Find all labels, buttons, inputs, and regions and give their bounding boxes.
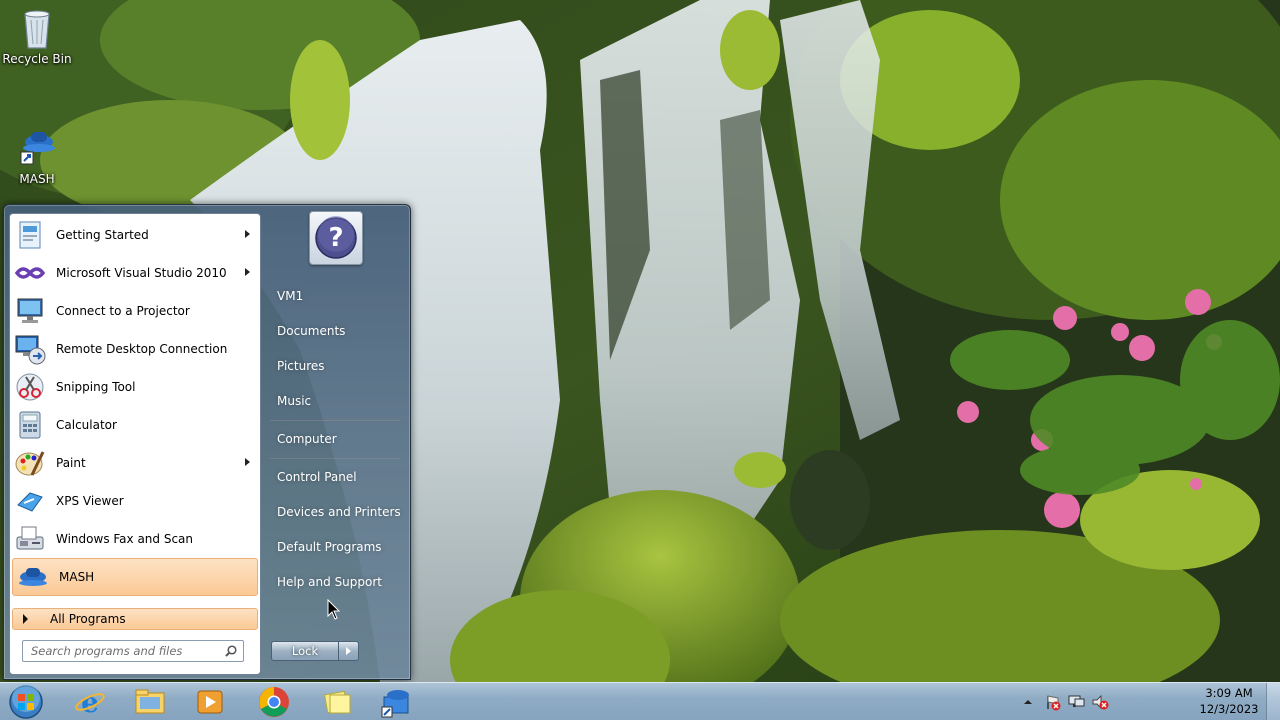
program-list: Getting Started Microsoft Visual Studio … [10,216,260,596]
windows-explorer-icon[interactable] [122,685,178,719]
link-music[interactable]: Music [268,388,404,414]
desktop-icon-label: MASH [19,172,55,186]
link-label: Documents [277,324,346,338]
start-menu-programs-pane: Getting Started Microsoft Visual Studio … [9,213,261,675]
projector-icon [14,295,46,327]
program-label: Microsoft Visual Studio 2010 [56,266,227,280]
link-user-folder[interactable]: VM1 [268,283,404,309]
lock-button[interactable]: Lock [271,641,339,661]
internet-explorer-icon[interactable]: e [62,685,118,719]
desktop-icon-recycle-bin[interactable]: Recycle Bin [0,6,74,66]
program-visual-studio-2010[interactable]: Microsoft Visual Studio 2010 [10,254,260,292]
media-player-icon[interactable] [182,685,238,719]
link-label: Help and Support [277,575,382,589]
start-button[interactable] [6,684,46,720]
paint-icon [14,447,46,479]
program-label: XPS Viewer [56,494,124,508]
program-label: Snipping Tool [56,380,136,394]
program-label: Getting Started [56,228,149,242]
link-label: Computer [277,432,337,446]
program-connect-to-projector[interactable]: Connect to a Projector [10,292,260,330]
link-pictures[interactable]: Pictures [268,353,404,379]
xps-viewer-icon [14,485,46,517]
program-label: Remote Desktop Connection [56,342,228,356]
link-help-and-support[interactable]: Help and Support [268,569,404,595]
link-control-panel[interactable]: Control Panel [268,464,404,490]
program-windows-fax-and-scan[interactable]: Windows Fax and Scan [10,520,260,558]
search-placeholder: Search programs and files [31,644,183,658]
svg-text:?: ? [328,223,343,253]
program-snipping-tool[interactable]: Snipping Tool [10,368,260,406]
program-xps-viewer[interactable]: XPS Viewer [10,482,260,520]
mash-taskbar-icon[interactable] [370,685,426,719]
start-menu: Getting Started Microsoft Visual Studio … [3,204,411,680]
program-label: Calculator [56,418,117,432]
link-label: VM1 [277,289,304,303]
shutdown-options-button[interactable] [339,641,359,661]
submenu-arrow-icon [245,458,250,466]
desktop-icon-label: Recycle Bin [2,52,72,66]
remote-desktop-icon [14,333,46,365]
snipping-tool-icon [14,371,46,403]
links-separator [270,420,400,421]
program-getting-started[interactable]: Getting Started [10,216,260,254]
calculator-icon [14,409,46,441]
taskbar: e 3:09 AM 12/3/2023 [0,682,1280,720]
link-label: Control Panel [277,470,357,484]
recycle-bin-icon [17,6,57,50]
program-label: MASH [59,570,95,584]
action-center-icon[interactable] [1042,693,1062,711]
network-icon[interactable] [1066,693,1086,711]
program-mash[interactable]: MASH [12,558,258,596]
clock-time: 3:09 AM [1205,686,1253,700]
search-icon[interactable] [225,645,237,657]
link-label: Pictures [277,359,325,373]
link-computer[interactable]: Computer [268,426,404,452]
visual-studio-icon [14,257,46,289]
mash-shortcut-icon [17,126,57,170]
program-label: Windows Fax and Scan [56,532,194,546]
link-label: Music [277,394,312,408]
chrome-icon[interactable] [246,685,302,719]
link-label: Default Programs [277,540,382,554]
getting-started-icon [14,219,46,251]
program-label: Paint [56,456,86,470]
expand-arrow-icon [23,614,28,624]
search-programs-input[interactable]: Search programs and files [22,640,244,662]
mouse-cursor-icon [327,598,341,621]
links-separator [270,458,400,459]
clock-date: 12/3/2023 [1199,702,1259,716]
link-default-programs[interactable]: Default Programs [268,534,404,560]
volume-muted-icon[interactable] [1090,693,1110,711]
submenu-arrow-icon [245,230,250,238]
submenu-arrow-icon [245,268,250,276]
desktop-icon-mash[interactable]: MASH [0,126,74,186]
taskbar-clock[interactable]: 3:09 AM 12/3/2023 [1190,685,1268,717]
mash-icon [17,561,49,593]
sticky-notes-icon[interactable] [310,685,366,719]
program-label: Connect to a Projector [56,304,190,318]
all-programs-label: All Programs [50,612,126,626]
show-hidden-icons-icon[interactable] [1018,693,1038,711]
link-devices-and-printers[interactable]: Devices and Printers [268,499,404,525]
program-calculator[interactable]: Calculator [10,406,260,444]
system-tray [1014,683,1110,720]
show-desktop-button[interactable] [1266,683,1280,720]
all-programs-button[interactable]: All Programs [12,608,258,630]
link-documents[interactable]: Documents [268,318,404,344]
link-label: Devices and Printers [277,505,401,519]
fax-scan-icon [14,523,46,555]
program-remote-desktop-connection[interactable]: Remote Desktop Connection [10,330,260,368]
user-picture[interactable]: ? [309,211,363,265]
lock-label: Lock [291,644,319,658]
program-paint[interactable]: Paint [10,444,260,482]
svg-text:e: e [81,686,99,719]
